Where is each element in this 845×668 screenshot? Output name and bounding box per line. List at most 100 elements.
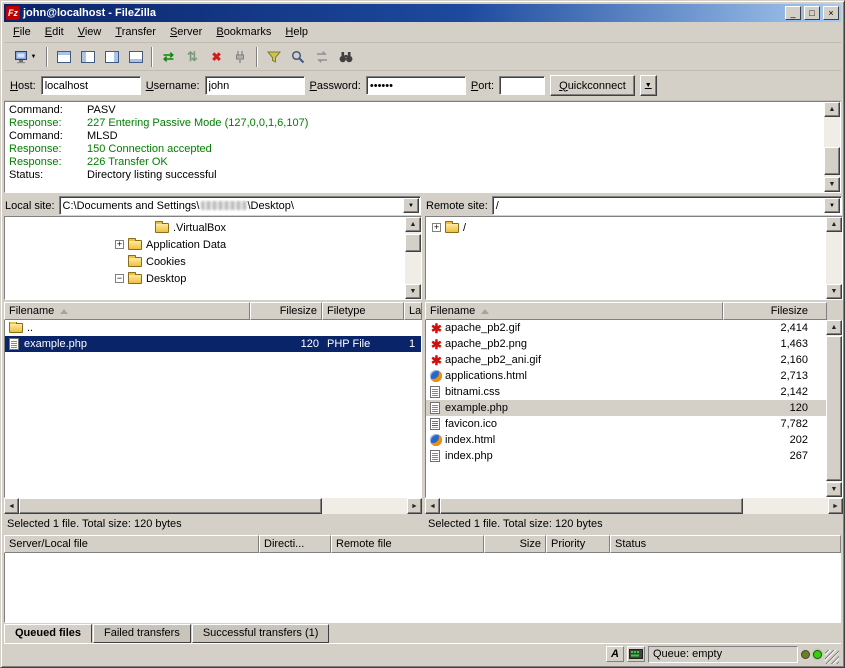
- synchronized-browsing-button[interactable]: [310, 46, 333, 68]
- tree-item[interactable]: Cookies: [7, 253, 403, 270]
- toggle-transfer-queue-button[interactable]: [124, 46, 147, 68]
- scroll-track[interactable]: [19, 498, 407, 514]
- file-row[interactable]: applications.html 2,713: [426, 368, 826, 384]
- scroll-down-button[interactable]: ▼: [826, 284, 842, 299]
- remote-list-scrollbar[interactable]: ▲ ▼: [826, 320, 842, 497]
- expand-icon[interactable]: +: [432, 223, 441, 232]
- scroll-up-button[interactable]: ▲: [824, 102, 840, 117]
- close-button[interactable]: ×: [823, 6, 839, 20]
- tree-item[interactable]: .VirtualBox: [7, 219, 403, 236]
- scroll-down-button[interactable]: ▼: [405, 284, 421, 299]
- tree-item[interactable]: + Application Data: [7, 236, 403, 253]
- column-header-filesize[interactable]: Filesize: [723, 302, 827, 320]
- tab-queued-files[interactable]: Queued files: [4, 624, 92, 643]
- log-scrollbar[interactable]: ▲ ▼: [824, 102, 840, 192]
- maximize-button[interactable]: □: [804, 6, 820, 20]
- scroll-thumb[interactable]: [440, 498, 743, 514]
- local-horizontal-scrollbar[interactable]: ◄ ►: [4, 498, 422, 514]
- cancel-button[interactable]: ✖: [205, 46, 228, 68]
- column-header-status[interactable]: Status: [610, 535, 841, 553]
- column-header-direction[interactable]: Directi...: [259, 535, 331, 553]
- expand-icon[interactable]: +: [115, 240, 124, 249]
- file-row[interactable]: ✱apache_pb2.gif 2,414: [426, 320, 826, 336]
- scroll-up-button[interactable]: ▲: [826, 320, 842, 335]
- scroll-up-button[interactable]: ▲: [826, 217, 842, 232]
- file-row[interactable]: index.html 202: [426, 432, 826, 448]
- column-header-filename[interactable]: Filename: [4, 302, 250, 320]
- scroll-down-button[interactable]: ▼: [826, 482, 842, 497]
- scroll-track[interactable]: [826, 335, 842, 482]
- scroll-down-button[interactable]: ▼: [824, 177, 840, 192]
- tab-failed-transfers[interactable]: Failed transfers: [93, 624, 191, 643]
- file-row[interactable]: ..: [5, 320, 421, 336]
- toggle-local-tree-button[interactable]: [76, 46, 99, 68]
- quickconnect-button[interactable]: Quickconnect: [550, 75, 635, 96]
- toggle-message-log-button[interactable]: [52, 46, 75, 68]
- scroll-track[interactable]: [405, 232, 421, 284]
- menu-edit[interactable]: Edit: [38, 23, 71, 41]
- combo-dropdown-button[interactable]: ▼: [403, 198, 419, 213]
- scroll-left-button[interactable]: ◄: [425, 498, 440, 514]
- column-header-server-local-file[interactable]: Server/Local file: [4, 535, 259, 553]
- menu-file[interactable]: File: [6, 23, 38, 41]
- host-input[interactable]: [41, 76, 141, 95]
- file-row-selected[interactable]: example.php 120 PHP File 1: [5, 336, 421, 352]
- password-input[interactable]: [366, 76, 466, 95]
- scroll-track[interactable]: [824, 117, 840, 177]
- local-tree-scrollbar[interactable]: ▲ ▼: [405, 217, 421, 299]
- scroll-right-button[interactable]: ►: [828, 498, 843, 514]
- remote-tree-scrollbar[interactable]: ▲ ▼: [826, 217, 842, 299]
- resize-grip[interactable]: [825, 650, 839, 664]
- menu-server[interactable]: Server: [163, 23, 209, 41]
- menu-transfer[interactable]: Transfer: [108, 23, 163, 41]
- local-site-combo[interactable]: C:\Documents and Settings\\Desktop\ ▼: [59, 196, 421, 215]
- column-header-filesize[interactable]: Filesize: [250, 302, 322, 320]
- file-row-selected[interactable]: example.php 120: [426, 400, 826, 416]
- column-header-priority[interactable]: Priority: [546, 535, 610, 553]
- column-header-size[interactable]: Size: [484, 535, 546, 553]
- toggle-remote-tree-button[interactable]: [100, 46, 123, 68]
- scroll-track[interactable]: [440, 498, 828, 514]
- process-queue-button[interactable]: ⇅: [181, 46, 204, 68]
- scroll-thumb[interactable]: [405, 234, 421, 252]
- directory-comparison-button[interactable]: [286, 46, 309, 68]
- tree-item[interactable]: + /: [428, 219, 824, 236]
- quickconnect-dropdown-button[interactable]: ▼: [640, 75, 657, 96]
- encryption-icon[interactable]: [627, 646, 645, 662]
- file-row[interactable]: bitnami.css 2,142: [426, 384, 826, 400]
- tree-item[interactable]: − Desktop: [7, 270, 403, 287]
- filter-button[interactable]: [262, 46, 285, 68]
- find-files-button[interactable]: [334, 46, 357, 68]
- scroll-track[interactable]: [826, 232, 842, 284]
- remote-site-combo[interactable]: / ▼: [492, 196, 842, 215]
- scroll-left-button[interactable]: ◄: [4, 498, 19, 514]
- file-row[interactable]: ✱apache_pb2_ani.gif 2,160: [426, 352, 826, 368]
- refresh-button[interactable]: ⇄: [157, 46, 180, 68]
- site-manager-button[interactable]: ▼: [8, 46, 42, 68]
- tab-successful-transfers[interactable]: Successful transfers (1): [192, 624, 330, 643]
- queue-list[interactable]: [4, 553, 841, 623]
- menu-bookmarks[interactable]: Bookmarks: [209, 23, 278, 41]
- titlebar[interactable]: Fz john@localhost - FileZilla _ □ ×: [4, 4, 841, 22]
- minimize-button[interactable]: _: [785, 6, 801, 20]
- column-header-modified[interactable]: Last modified: [404, 302, 422, 320]
- column-header-filename[interactable]: Filename: [425, 302, 723, 320]
- collapse-icon[interactable]: −: [115, 274, 124, 283]
- scroll-thumb[interactable]: [826, 336, 842, 481]
- remote-horizontal-scrollbar[interactable]: ◄ ►: [425, 498, 843, 514]
- file-row[interactable]: index.php 267: [426, 448, 826, 464]
- column-header-remote-file[interactable]: Remote file: [331, 535, 484, 553]
- port-input[interactable]: [499, 76, 545, 95]
- file-row[interactable]: ✱apache_pb2.png 1,463: [426, 336, 826, 352]
- menu-help[interactable]: Help: [278, 23, 315, 41]
- file-row[interactable]: favicon.ico 7,782: [426, 416, 826, 432]
- transfer-type-icon[interactable]: A: [606, 646, 624, 662]
- disconnect-button[interactable]: [229, 46, 252, 68]
- scroll-thumb[interactable]: [19, 498, 322, 514]
- column-header-filetype[interactable]: Filetype: [322, 302, 404, 320]
- username-input[interactable]: [205, 76, 305, 95]
- scroll-thumb[interactable]: [824, 147, 840, 175]
- menu-view[interactable]: View: [71, 23, 109, 41]
- combo-dropdown-button[interactable]: ▼: [824, 198, 840, 213]
- scroll-right-button[interactable]: ►: [407, 498, 422, 514]
